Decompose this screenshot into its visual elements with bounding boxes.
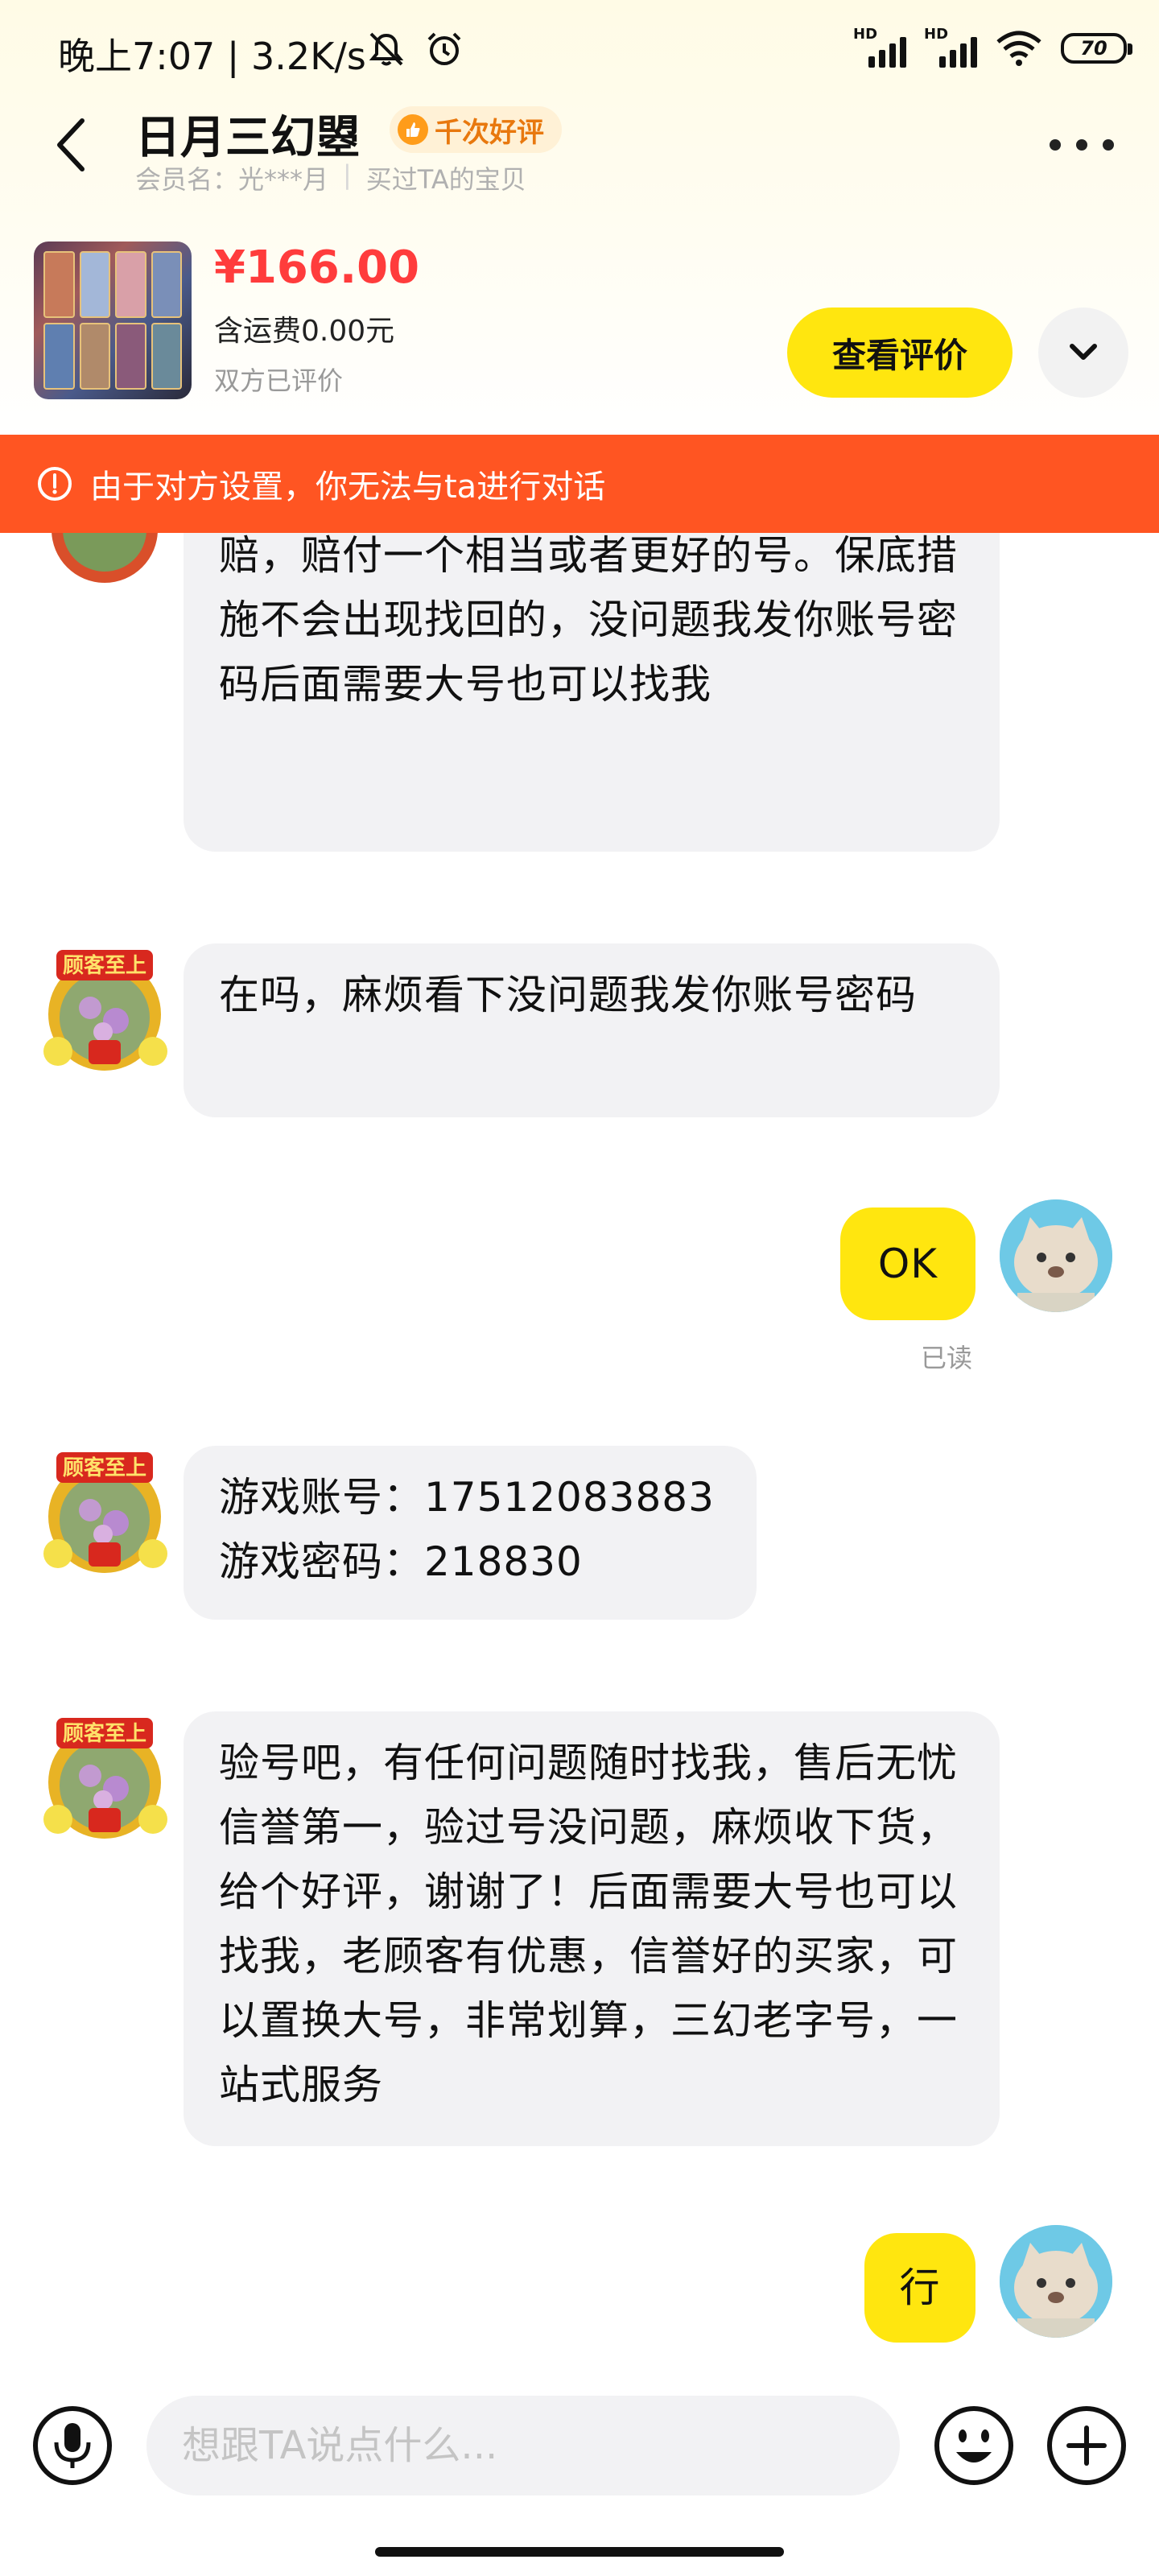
message-input[interactable] (146, 2396, 900, 2496)
signal-icon: HD (924, 26, 977, 68)
view-reviews-button[interactable]: 查看评价 (787, 308, 1013, 398)
message-bubble-user: OK (840, 1208, 975, 1320)
microphone-icon (33, 2406, 112, 2485)
message-bubble-user: 行 (864, 2233, 975, 2343)
status-icons-left (366, 29, 464, 69)
thumbs-up-icon (398, 114, 428, 145)
more-actions-button[interactable] (1045, 2404, 1128, 2487)
notice-text: 由于对方设置，你无法与ta进行对话 (90, 469, 606, 506)
back-arrow-icon (57, 118, 85, 171)
wifi-icon (996, 31, 1041, 66)
shipping-fee: 含运费0.00元 (214, 315, 395, 348)
message-bubble: 游戏账号：17512083883 游戏密码：218830 (184, 1446, 757, 1620)
home-indicator[interactable] (375, 2547, 784, 2557)
mute-icon (369, 32, 404, 66)
user-avatar[interactable] (1000, 1199, 1112, 1312)
product-price: ¥166.00 (214, 242, 420, 294)
seller-avatar[interactable]: 顾客至上 (39, 1446, 171, 1578)
chevron-down-icon (1070, 344, 1097, 360)
purchase-note: 买过TA的宝贝 (365, 164, 526, 195)
seller-avatar[interactable] (39, 533, 171, 588)
seller-name: 日月三幻曌 (135, 112, 361, 164)
member-info: 会员名：光***月 | 买过TA的宝贝 (135, 159, 526, 196)
member-name: 会员名：光***月 (135, 164, 329, 195)
seller-avatar[interactable]: 顾客至上 (39, 943, 171, 1075)
status-bar: 晚上7:07 | 3.2K/s HD HD 70 (0, 0, 1159, 105)
message-bubble: 货后不能退款，有问题随时找我，找回包赔，赔付一个相当或者更好的号。保底措施不会出… (184, 533, 1000, 852)
rating-badge: 千次好评 (390, 106, 562, 153)
alert-icon (38, 467, 72, 501)
back-button[interactable] (47, 113, 95, 177)
status-icons-right: HD HD 70 (853, 26, 1132, 68)
input-bar (0, 2372, 1159, 2576)
seller-avatar[interactable]: 顾客至上 (39, 1711, 171, 1843)
status-time-speed: 晚上7:07 | 3.2K/s (58, 35, 366, 78)
battery-indicator: 70 (1061, 33, 1132, 64)
signal-icon: HD (853, 26, 906, 68)
emoji-button[interactable] (932, 2404, 1016, 2487)
message-bubble: 在吗，麻烦看下没问题我发你账号密码 (184, 943, 1000, 1117)
expand-button[interactable] (1038, 308, 1128, 398)
divider: | (343, 159, 352, 190)
svg-text:顾客至上: 顾客至上 (63, 1721, 146, 1745)
notice-banner: 由于对方设置，你无法与ta进行对话 (0, 435, 1159, 533)
svg-text:顾客至上: 顾客至上 (63, 1455, 146, 1480)
alarm-icon (427, 32, 461, 65)
user-avatar[interactable] (1000, 2225, 1112, 2338)
review-status: 双方已评价 (214, 365, 344, 396)
message-bubble: 验号吧，有任何问题随时找我，售后无忧信誉第一，验过号没问题，麻烦收下货，给个好评… (184, 1711, 1000, 2146)
chat-area[interactable]: 货后不能退款，有问题随时找我，找回包赔，赔付一个相当或者更好的号。保底措施不会出… (0, 533, 1159, 2372)
more-icon (1050, 139, 1061, 151)
read-status: 已读 (921, 1343, 973, 1373)
more-options-button[interactable] (1050, 121, 1114, 169)
emoji-icon (934, 2406, 1013, 2485)
product-thumbnail[interactable] (34, 242, 192, 399)
plus-icon (1047, 2406, 1126, 2485)
voice-button[interactable] (31, 2404, 114, 2487)
rating-badge-label: 千次好评 (435, 116, 544, 149)
svg-text:顾客至上: 顾客至上 (63, 953, 146, 977)
